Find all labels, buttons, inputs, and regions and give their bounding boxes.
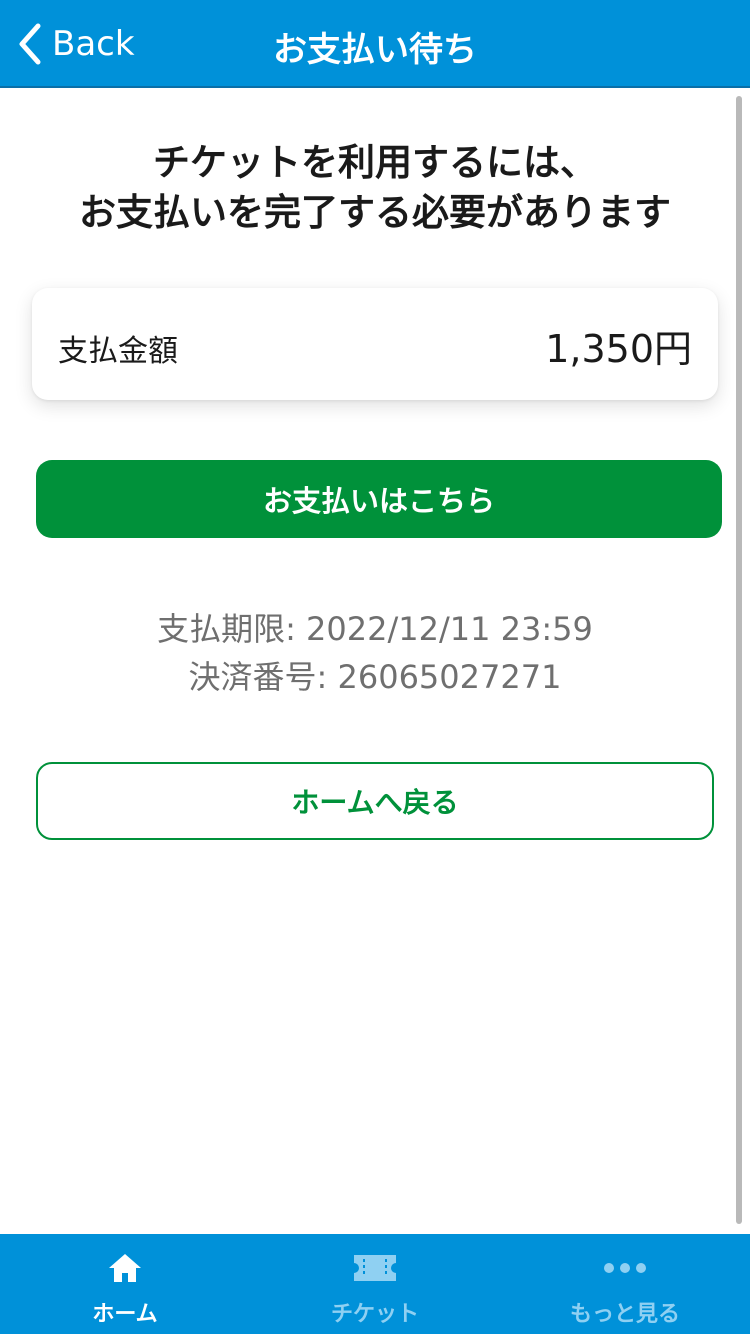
payment-deadline: 支払期限: 2022/12/11 23:59 (157, 610, 593, 648)
tab-home[interactable]: ホーム (0, 1234, 250, 1334)
amount-value: 1,350円 (545, 327, 692, 371)
amount-card: 支払金額 1,350円 (32, 288, 718, 400)
amount-label: 支払金額 (58, 334, 178, 369)
back-to-home-button[interactable]: ホームへ戻る (36, 762, 714, 840)
home-icon (107, 1248, 143, 1288)
tab-ticket-label: チケット (330, 1302, 419, 1327)
tab-ticket[interactable]: チケット (250, 1234, 500, 1334)
heading-line-1: チケットを利用するには、 (153, 141, 597, 184)
more-icon (602, 1248, 648, 1288)
tab-home-label: ホーム (92, 1302, 158, 1327)
header-bar: Back お支払い待ち (0, 0, 750, 88)
pay-button[interactable]: お支払いはこちら (36, 460, 722, 538)
heading-line-2: お支払いを完了する必要があります (79, 191, 671, 234)
tab-more[interactable]: もっと見る (500, 1234, 750, 1334)
ticket-icon (352, 1248, 398, 1288)
page-title: お支払い待ち (273, 30, 477, 70)
payment-pending-screen: Back お支払い待ち チケットを利用するには、 お支払いを完了する必要がありま… (0, 0, 750, 1334)
tab-more-label: もっと見る (569, 1302, 680, 1327)
instruction-heading: チケットを利用するには、 お支払いを完了する必要があります (20, 138, 730, 238)
payment-number: 決済番号: 26065027271 (188, 658, 562, 696)
bottom-tab-bar: ホーム チケット もっと見る (0, 1234, 750, 1334)
